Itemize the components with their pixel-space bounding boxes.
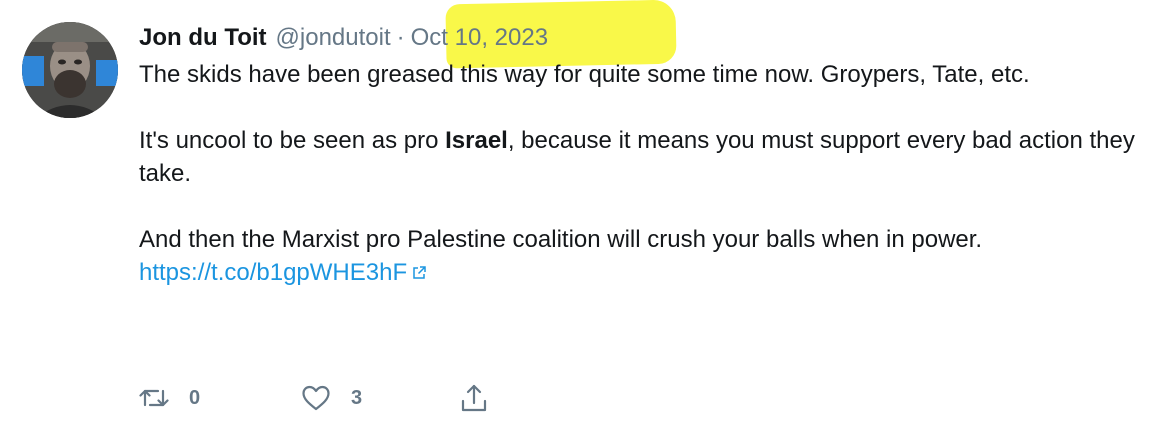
tweet-paragraph-3: And then the Marxist pro Palestine coali… bbox=[139, 226, 983, 253]
like-button[interactable]: 3 bbox=[301, 380, 362, 416]
author-handle[interactable]: @jondutoit bbox=[276, 24, 391, 52]
header-separator: · bbox=[396, 24, 405, 51]
avatar-image bbox=[22, 22, 118, 118]
tweet-header: Jon du Toit @jondutoit · Oct 10, 2023 bbox=[139, 22, 548, 54]
paragraph-2-start: It's uncool to be seen as pro bbox=[139, 127, 446, 154]
tweet-paragraph-2: It's uncool to be seen as pro Israel, be… bbox=[139, 124, 1149, 190]
tweet-date[interactable]: Oct 10, 2023 bbox=[411, 24, 548, 52]
retweet-button[interactable]: 0 bbox=[139, 380, 200, 416]
tweet-text: The skids have been greased this way for… bbox=[139, 58, 1149, 289]
heart-icon bbox=[302, 385, 330, 411]
bold-keyword: Israel bbox=[445, 127, 508, 154]
avatar[interactable] bbox=[22, 22, 118, 118]
tweet-link-line: https://t.co/b1gpWHE3hF bbox=[139, 256, 1149, 289]
share-button[interactable] bbox=[459, 380, 489, 416]
tweet-actions: 0 3 bbox=[139, 380, 539, 416]
share-icon bbox=[461, 384, 487, 412]
tweet: Jon du Toit @jondutoit · Oct 10, 2023 Th… bbox=[0, 0, 1164, 434]
tweet-paragraph-1: The skids have been greased this way for… bbox=[139, 61, 1030, 88]
like-count: 3 bbox=[351, 386, 363, 409]
retweet-icon bbox=[139, 389, 169, 407]
external-link-icon bbox=[413, 266, 426, 279]
author-name[interactable]: Jon du Toit bbox=[139, 24, 267, 52]
tweet-link[interactable]: https://t.co/b1gpWHE3hF bbox=[139, 259, 407, 286]
retweet-count: 0 bbox=[189, 386, 201, 409]
